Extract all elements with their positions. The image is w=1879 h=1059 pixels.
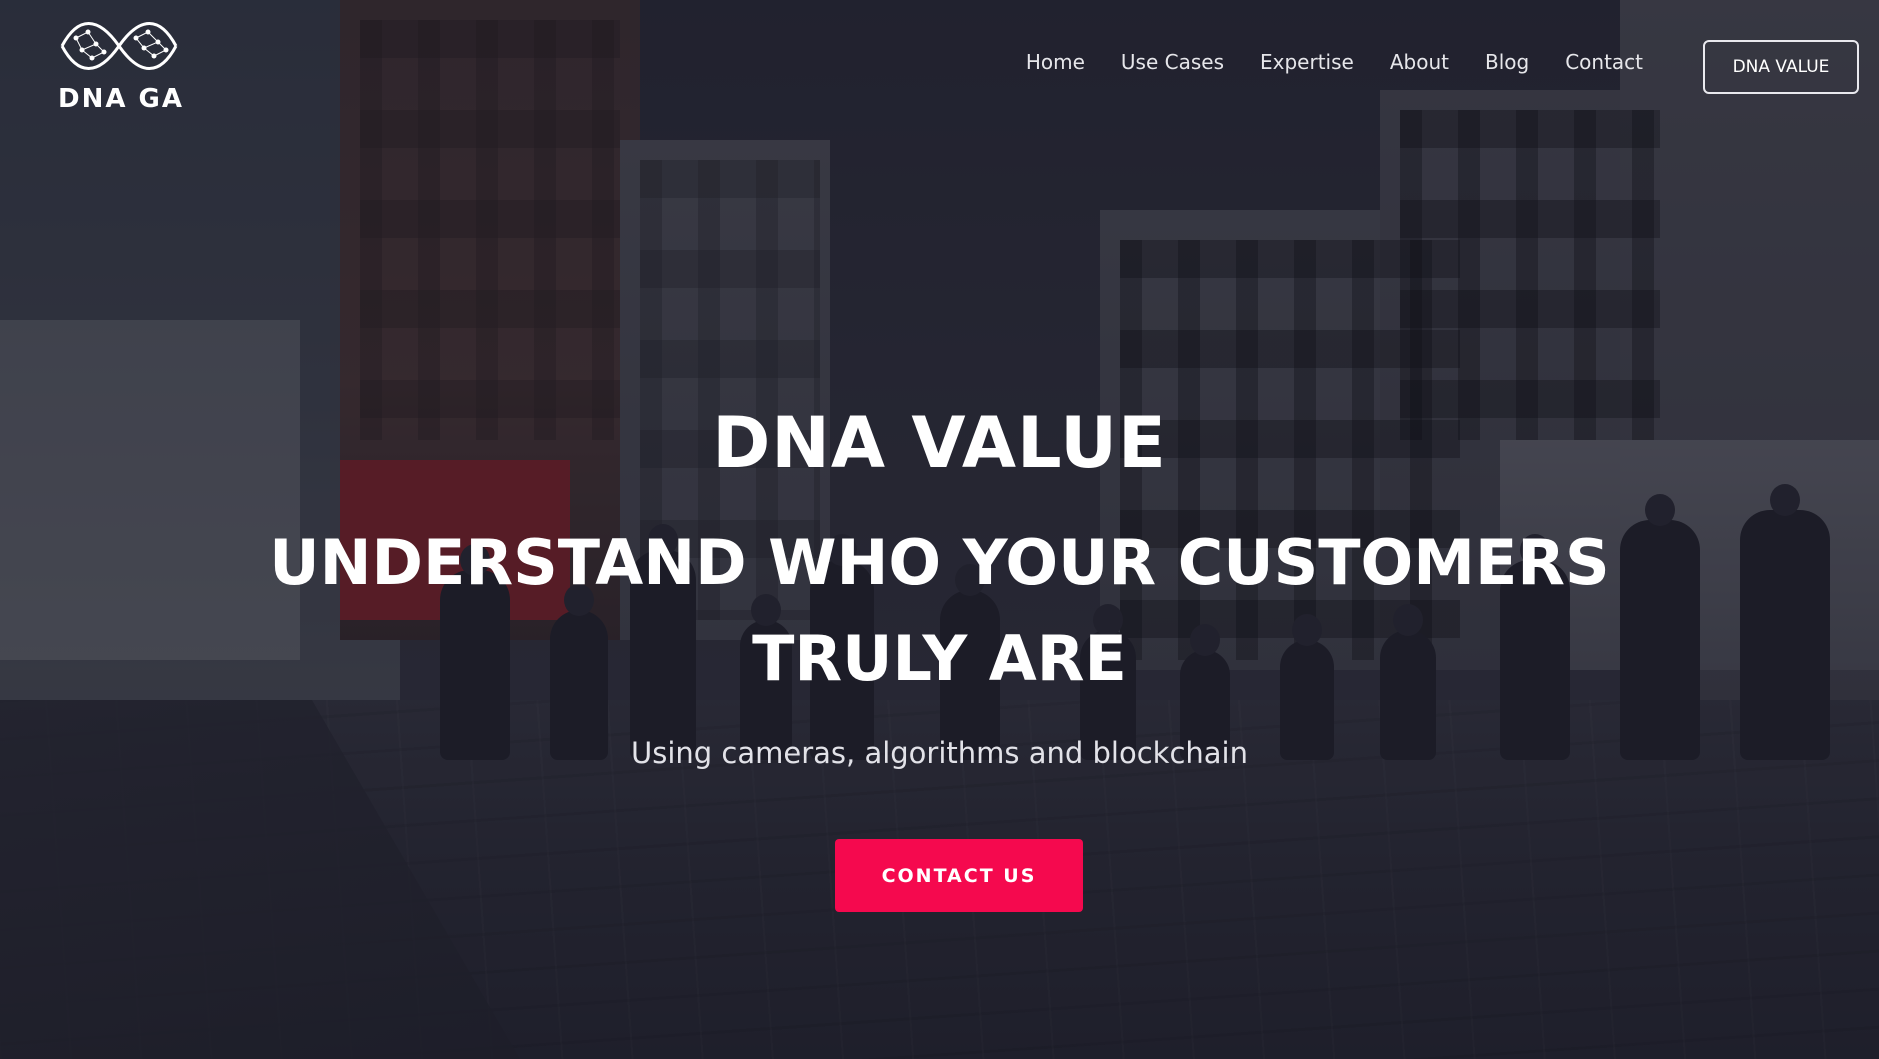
nav-item-blog[interactable]: Blog [1485, 50, 1529, 74]
nav-item-contact[interactable]: Contact [1565, 50, 1643, 74]
nav-item-home[interactable]: Home [1026, 50, 1085, 74]
hero-subtitle: Using cameras, algorithms and blockchain [631, 736, 1248, 770]
brand-logo[interactable]: DNA GA [56, 20, 186, 120]
hero-heading-line1: UNDERSTAND WHO YOUR CUSTOMERS [269, 526, 1610, 599]
main-nav: Home Use Cases Expertise About Blog Cont… [1026, 50, 1643, 74]
nav-item-use-cases[interactable]: Use Cases [1121, 50, 1224, 74]
brand-name: DNA GA [58, 84, 184, 114]
nav-item-expertise[interactable]: Expertise [1260, 50, 1354, 74]
nav-item-about[interactable]: About [1390, 50, 1449, 74]
contact-us-button[interactable]: CONTACT US [835, 839, 1083, 912]
hero-title: DNA VALUE [712, 402, 1167, 484]
dna-value-button[interactable]: DNA VALUE [1703, 40, 1859, 94]
hero-heading-line2: TRULY ARE [752, 622, 1127, 695]
dna-helix-icon [60, 22, 178, 70]
